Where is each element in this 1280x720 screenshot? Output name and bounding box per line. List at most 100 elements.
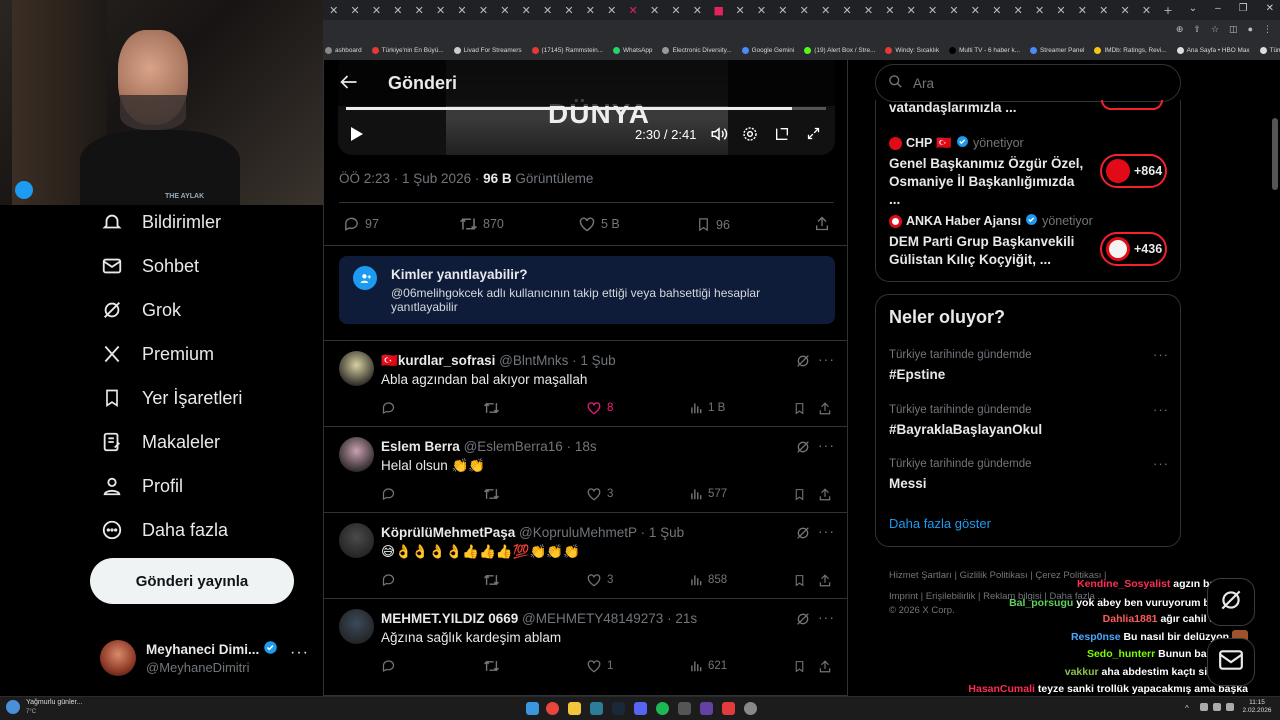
x-tab-icon[interactable]: ✕ [580, 0, 601, 20]
x-tab-icon[interactable]: ✕ [794, 0, 815, 20]
file-explorer-icon[interactable] [568, 702, 581, 715]
like-button[interactable]: 8 [586, 401, 613, 415]
x-tab-icon[interactable]: ✕ [644, 0, 665, 20]
x-tab-icon[interactable]: ✕ [901, 0, 922, 20]
trend-more-icon[interactable]: ··· [1153, 402, 1169, 417]
x-tab-icon[interactable]: ✕ [387, 0, 408, 20]
tab-search-icon[interactable]: ⌄ [1189, 3, 1197, 14]
x-tab-icon[interactable]: ✕ [965, 0, 986, 20]
grok-explain-icon[interactable] [795, 439, 811, 455]
x-tab-icon[interactable]: ✕ [1114, 0, 1135, 20]
reply-button[interactable] [381, 659, 396, 673]
bookmark-item[interactable]: Ana Sayfa • HBO Max [1176, 46, 1250, 54]
play-icon[interactable] [350, 126, 364, 147]
sidebar-item-bookmarks[interactable]: Yer İşaretleri [100, 386, 242, 410]
settings-icon[interactable] [742, 126, 758, 147]
extension-icon[interactable]: ◫ [1229, 24, 1238, 35]
bookmark-item[interactable]: ashboard [325, 46, 362, 54]
reply-avatar[interactable] [339, 437, 374, 472]
video-progress-track[interactable] [346, 107, 826, 110]
x-tab-icon[interactable]: ✕ [729, 0, 750, 20]
browser-tab-strip[interactable]: ✕ ✕ ✕ ✕ ✕ ✕ ✕ ✕ ✕ ✕ ✕ ✕ ✕ ✕ ✕ ✕ ✕ ✕ ■ ✕ ✕ ✕ ✕ ✕ ✕ ✕ ✕ ✕ ✕ ✕ ✕ ✕ ✕ ✕ ✕ ✕ ✕ ✕ ✕ +… [323, 0, 1280, 20]
reply-row[interactable]: KöprülüMehmetPaşa @KopruluMehmetP · 1 Şu… [324, 513, 847, 599]
reply-time[interactable]: · 1 Şub [572, 353, 616, 368]
x-tab-icon[interactable]: ✕ [1029, 0, 1050, 20]
x-tab-icon[interactable]: ✕ [473, 0, 494, 20]
reply-name[interactable]: MEHMET.YILDIZ 0669 [381, 611, 518, 626]
x-tab-icon[interactable]: ✕ [943, 0, 964, 20]
news-count-badge[interactable]: +436 [1100, 232, 1167, 266]
x-tab-icon[interactable]: ✕ [323, 0, 344, 20]
x-tab-icon[interactable]: ✕ [815, 0, 836, 20]
youtube-tab-icon[interactable]: ■ [708, 0, 729, 20]
x-tab-icon[interactable]: ✕ [1136, 0, 1157, 20]
window-controls[interactable]: ⌄ – ❐ ✕ [1189, 3, 1274, 14]
bookmark-button[interactable] [793, 573, 806, 588]
x-tab-icon[interactable]: ✕ [516, 0, 537, 20]
reply-row[interactable]: MEHMET.YILDIZ 0669 @MEHMETY48149273 · 21… [324, 599, 847, 696]
reply-more-icon[interactable]: ··· [818, 523, 835, 539]
reply-handle[interactable]: @BlntMnks [499, 353, 568, 368]
profile-icon[interactable]: ● [1248, 24, 1253, 35]
discord-icon[interactable] [634, 702, 647, 715]
reply-more-icon[interactable]: ··· [818, 437, 835, 453]
share-button[interactable] [818, 573, 832, 588]
back-arrow-icon[interactable] [340, 74, 358, 95]
bookmark-button[interactable]: 96 [696, 216, 730, 233]
reply-button[interactable] [381, 401, 396, 415]
volume-icon[interactable] [710, 126, 728, 147]
repost-button[interactable] [483, 659, 500, 673]
views-button[interactable]: 1 B [689, 401, 725, 415]
views-button[interactable]: 858 [689, 573, 727, 587]
reply-button[interactable] [381, 487, 396, 501]
app-icon[interactable] [590, 702, 603, 715]
x-tab-icon[interactable]: ✕ [537, 0, 558, 20]
bookmark-button[interactable] [793, 487, 806, 502]
x-tab-icon[interactable]: ✕ [344, 0, 365, 20]
weather-icon[interactable] [6, 700, 20, 714]
bookmark-item[interactable]: Livad For Streamers [453, 46, 522, 54]
grok-explain-icon[interactable] [795, 353, 811, 369]
bookmark-item[interactable]: Electronic Diversity... [662, 46, 732, 54]
messages-floating-button[interactable] [1207, 638, 1255, 686]
sidebar-item-premium[interactable]: Premium [100, 342, 214, 366]
address-bar-row[interactable]: ⊕ ⇪ ☆ ◫ ● ⋮ [323, 20, 1280, 40]
sidebar-item-articles[interactable]: Makaleler [100, 430, 220, 454]
x-tab-icon[interactable]: ✕ [772, 0, 793, 20]
x-tab-icon[interactable]: ✕ [409, 0, 430, 20]
like-button[interactable]: 1 [586, 659, 613, 673]
bookmark-item[interactable]: Tüm Yer İşaretleri [1259, 46, 1280, 54]
x-tab-icon[interactable]: ✕ [430, 0, 451, 20]
share-icon[interactable]: ⇪ [1193, 24, 1201, 35]
reply-avatar[interactable] [339, 523, 374, 558]
steam-icon[interactable] [612, 702, 625, 715]
repost-button[interactable]: 870 [459, 216, 504, 232]
trend-item[interactable]: Türkiye tarihinde gündemde #Epstine ··· [889, 347, 1169, 382]
like-button[interactable]: 3 [586, 573, 613, 587]
bookmark-item[interactable]: Streamer Panel [1030, 46, 1084, 54]
x-tab-icon[interactable]: ✕ [858, 0, 879, 20]
bookmark-item[interactable]: WhatsApp [612, 46, 652, 54]
bookmark-item[interactable]: (19) Alert Box / Stre... [804, 46, 875, 54]
like-button[interactable]: 3 [586, 487, 613, 501]
x-tab-icon[interactable]: ✕ [986, 0, 1007, 20]
x-tab-icon[interactable]: ✕ [494, 0, 515, 20]
x-tab-icon[interactable]: ✕ [622, 0, 643, 20]
x-tab-icon[interactable]: ✕ [922, 0, 943, 20]
sidebar-item-grok[interactable]: Grok [100, 298, 181, 322]
fullscreen-icon[interactable] [806, 126, 821, 146]
trend-more-icon[interactable]: ··· [1153, 347, 1169, 362]
tray-chevron-icon[interactable]: ^ [1185, 704, 1189, 713]
reply-name[interactable]: KöprülüMehmetPaşa [381, 525, 515, 540]
volume-icon[interactable] [1213, 703, 1221, 711]
x-tab-icon[interactable]: ✕ [879, 0, 900, 20]
reply-name[interactable]: kurdlar_sofrasi [398, 353, 496, 368]
reply-time[interactable]: · 18s [567, 439, 597, 454]
bookmark-item[interactable]: (17145) Rammstein... [531, 46, 603, 54]
page-scrollbar[interactable] [1272, 118, 1278, 190]
x-tab-icon[interactable]: ✕ [836, 0, 857, 20]
reply-time[interactable]: · 1 Şub [641, 525, 685, 540]
reply-handle[interactable]: @EslemBerra16 [464, 439, 563, 454]
trend-more-icon[interactable]: ··· [1153, 456, 1169, 471]
new-tab-icon[interactable]: + [1157, 0, 1178, 20]
